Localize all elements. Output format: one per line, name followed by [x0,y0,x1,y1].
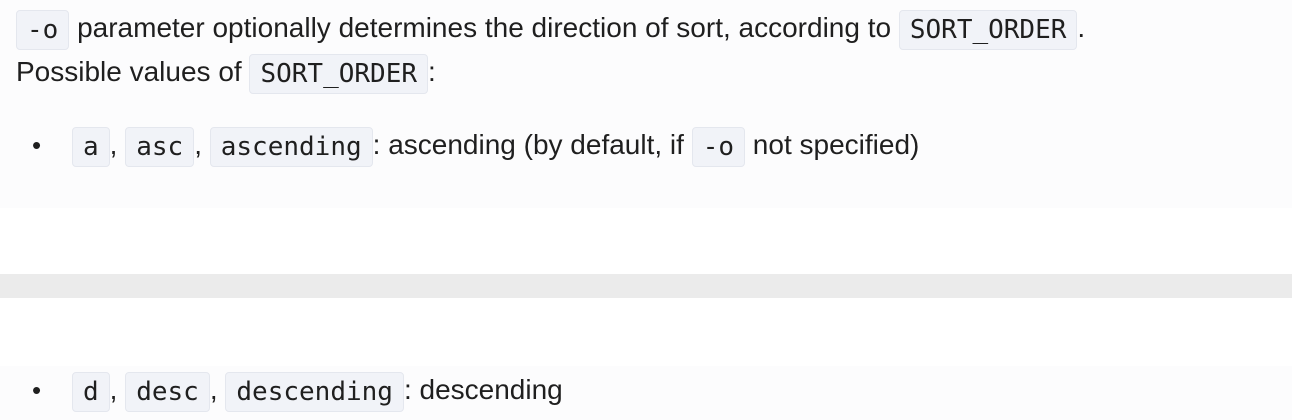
section-separator [0,274,1292,298]
intro-text-end: . [1077,12,1086,43]
inline-code-asc: asc [125,126,195,167]
ascending-description: : ascending (by default, if [372,129,692,160]
inline-code-ascending: ascending [209,126,373,167]
inline-code-flag: -o [691,126,746,167]
separator-text: , [109,129,126,160]
inline-code-desc: desc [125,371,210,412]
intro-paragraph: -o parameter optionally determines the d… [16,8,1085,50]
inline-code-descending: descending [225,371,404,412]
inline-code-flag: -o [16,9,70,50]
document-page: -o parameter optionally determines the d… [0,0,1292,420]
descending-description: : descending [403,374,563,405]
inline-code-sort-order: SORT_ORDER [898,9,1078,50]
inline-code-d: d [72,371,110,412]
ascending-description-end: not specified) [745,129,920,160]
bullet-icon: • [32,130,42,160]
bullet-icon: • [32,375,42,405]
list-item-ascending: • a, asc, ascending: ascending (by defaul… [32,125,919,167]
intro-text: parameter optionally determines the dire… [69,12,899,43]
separator-text: , [109,374,126,405]
values-text: Possible values of [16,56,250,87]
separator-text: , [209,374,226,405]
inline-code-sort-order: SORT_ORDER [249,53,429,94]
separator-text: , [194,129,210,160]
list-item-descending: • d, desc, descending: descending [32,370,563,412]
inline-code-a: a [72,126,110,167]
values-text-end: : [428,56,436,87]
values-paragraph: Possible values of SORT_ORDER: [16,52,436,94]
